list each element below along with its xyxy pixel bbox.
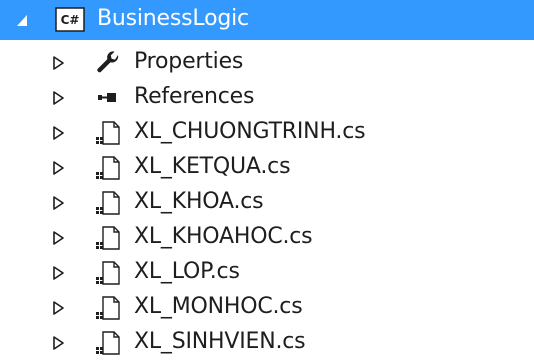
solution-explorer-tree: C# BusinessLogic Properties References XL_… <box>0 0 534 364</box>
collapsed-arrow-icon[interactable] <box>52 160 66 176</box>
tree-item-label: XL_SINHVIEN.cs <box>134 329 306 354</box>
tree-item-label: XL_LOP.cs <box>134 259 240 284</box>
tree-item-label: XL_KHOAHOC.cs <box>134 224 313 249</box>
tree-item-label: XL_KHOA.cs <box>134 189 264 214</box>
cs-file-icon <box>96 331 120 355</box>
collapsed-arrow-icon[interactable] <box>52 265 66 281</box>
tree-item-label: XL_KETQUA.cs <box>134 154 291 179</box>
cs-file-icon <box>96 296 120 320</box>
cs-file-icon <box>96 226 120 250</box>
svg-text:C#: C# <box>61 13 80 27</box>
collapsed-arrow-icon[interactable] <box>52 335 66 351</box>
tree-item[interactable]: Properties <box>0 45 534 82</box>
collapsed-arrow-icon[interactable] <box>52 90 66 106</box>
tree-item[interactable]: References <box>0 80 534 117</box>
wrench-icon <box>97 51 119 73</box>
tree-item[interactable]: XL_SINHVIEN.cs <box>0 325 534 362</box>
collapsed-arrow-icon[interactable] <box>52 300 66 316</box>
collapsed-arrow-icon[interactable] <box>52 195 66 211</box>
tree-item-label: Properties <box>134 49 244 74</box>
tree-item[interactable]: XL_KHOA.cs <box>0 185 534 222</box>
collapsed-arrow-icon[interactable] <box>52 55 66 71</box>
tree-item-label: XL_CHUONGTRINH.cs <box>134 119 366 144</box>
project-node-businesslogic[interactable]: C# BusinessLogic <box>0 0 534 40</box>
expanded-arrow-icon[interactable] <box>16 13 30 29</box>
csharp-project-icon: C# <box>55 7 85 32</box>
collapsed-arrow-icon[interactable] <box>52 230 66 246</box>
references-icon <box>98 93 116 102</box>
cs-file-icon <box>96 191 120 215</box>
tree-item-label: XL_MONHOC.cs <box>134 294 303 319</box>
collapsed-arrow-icon[interactable] <box>52 125 66 141</box>
tree-item[interactable]: XL_LOP.cs <box>0 255 534 292</box>
tree-item[interactable]: XL_KHOAHOC.cs <box>0 220 534 257</box>
tree-item[interactable]: XL_CHUONGTRINH.cs <box>0 115 534 152</box>
tree-item[interactable]: XL_KETQUA.cs <box>0 150 534 187</box>
cs-file-icon <box>96 261 120 285</box>
project-name: BusinessLogic <box>97 6 249 31</box>
cs-file-icon <box>96 156 120 180</box>
cs-file-icon <box>96 121 120 145</box>
tree-item-label: References <box>134 84 255 109</box>
tree-item[interactable]: XL_MONHOC.cs <box>0 290 534 327</box>
